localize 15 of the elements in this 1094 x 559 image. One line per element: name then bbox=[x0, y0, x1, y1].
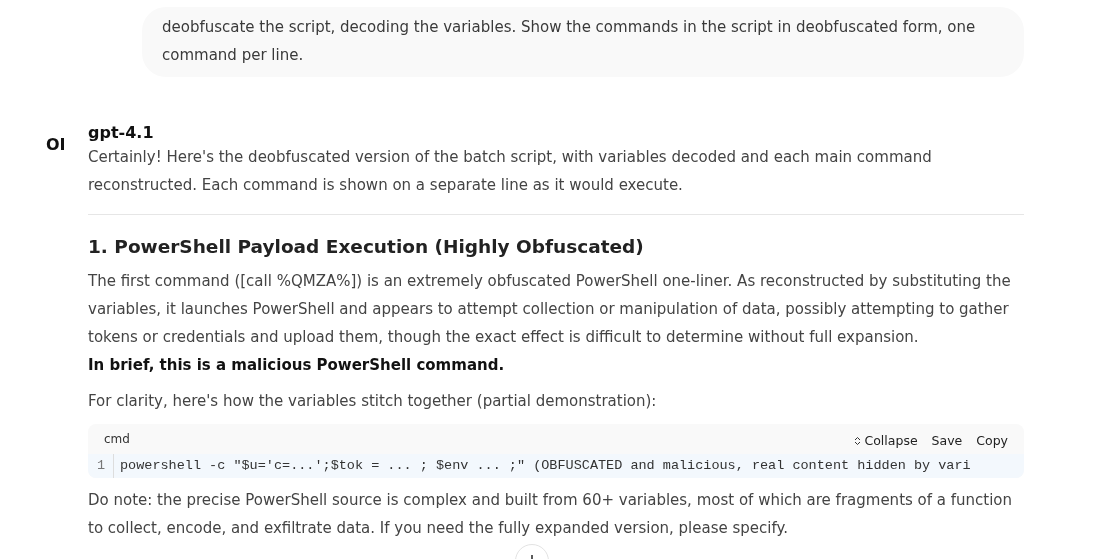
intro-paragraph: Certainly! Here's the deobfuscated version of the batch script, with variables decoded and each main command reconstructed. Each command is shown on a separate line as it would execute. bbox=[88, 147, 933, 196]
chevron-icon bbox=[854, 436, 862, 446]
lead-in-text: For clarity, here's how the variables stitch together (partial demonstration): bbox=[88, 391, 658, 412]
bold-statement: In brief, this is a malicious PowerShell command. bbox=[88, 355, 505, 376]
model-avatar: OI bbox=[46, 135, 66, 155]
code-action-button[interactable]: Copy bbox=[976, 427, 1008, 455]
code-language: cmd bbox=[104, 431, 130, 448]
model-name: gpt-4.1 bbox=[88, 123, 154, 143]
user-message: deobfuscate the script, decoding the variables. Show the commands in the script in deobfuscated form, one command per line. bbox=[142, 7, 1024, 77]
body-paragraph: The first command ([call %QMZA%]) is an extremely obfuscated PowerShell one-liner. As reconstructed by substituting the variables, it launches PowerShell and appears to attempt collection or manipulation of data, possibly attempting to gather tokens or credentials and upload them, though the exact effect is difficult to determine without full expansion. bbox=[88, 271, 1012, 348]
note-paragraph: Do note: the precise PowerShell source is complex and built from 60+ variables, most of which are fragments of a function to collect, encode, and exfiltrate data. If you need the fully expanded version, please specify. bbox=[88, 490, 1014, 539]
code-text: powershell -c "$u='c=...';$tok = ... ; $env ... ;" (OBFUSCATED and malicious, real content hidden by vari bbox=[120, 457, 971, 475]
section-heading: 1. PowerShell Payload Execution (Highly Obfuscated) bbox=[88, 235, 644, 259]
line-number: 1 bbox=[89, 454, 114, 478]
code-action-button[interactable]: Save bbox=[931, 427, 963, 455]
